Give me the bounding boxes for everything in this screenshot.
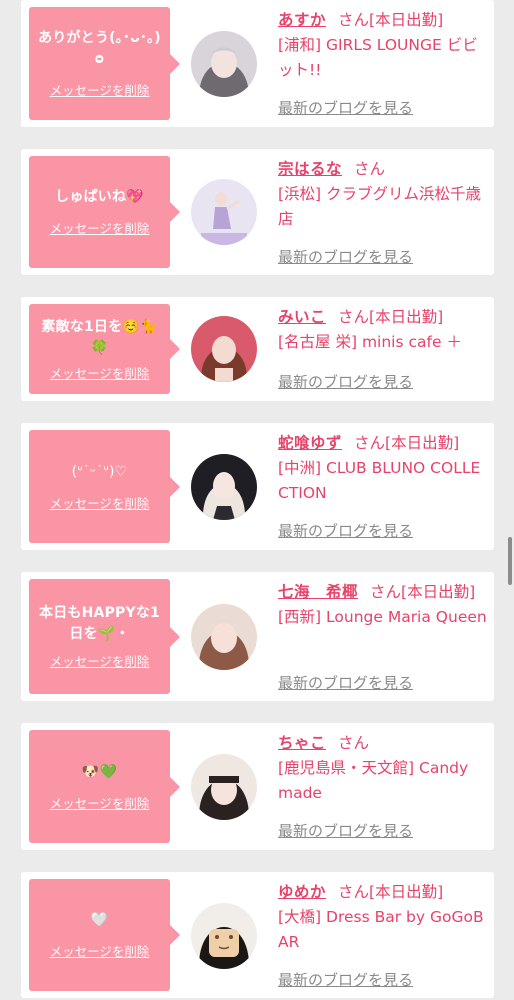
delete-message-link[interactable]: メッセージを削除: [50, 941, 150, 960]
shop-name: [浦和] GIRLS LOUNGE ビビット!!: [278, 36, 478, 79]
latest-blog-link[interactable]: 最新のブログを見る: [278, 672, 413, 693]
cast-info: 蛇喰ゆず さん[本日出勤] [中洲] CLUB BLUNO COLLECTION: [278, 430, 488, 506]
latest-blog-link[interactable]: 最新のブログを見る: [278, 97, 413, 118]
message-bubble: 🤍 メッセージを削除: [29, 879, 180, 991]
message-card: ありがとう(｡･ᴗ･｡)ᴑ メッセージを削除 あすか さん[本日出勤] [浦和] …: [21, 0, 494, 127]
cast-name-link[interactable]: ちゃこ: [278, 734, 326, 752]
delete-message-link[interactable]: メッセージを削除: [50, 493, 150, 512]
message-bubble: (ᐡ˙ᵕ˙ᐡ)♡ メッセージを削除: [29, 430, 180, 543]
message-text: ありがとう(｡･ᴗ･｡)ᴑ: [38, 30, 161, 67]
shop-name: [中洲] CLUB BLUNO COLLECTION: [278, 459, 481, 502]
message-text: 🤍: [90, 912, 109, 928]
message-card: しゅぱいね💖 メッセージを削除 宗はるな さん [浜松] クラブグリム浜松千歳店 …: [21, 149, 494, 275]
avatar[interactable]: [191, 454, 257, 520]
cast-info: みいこ さん[本日出勤] [名古屋 栄] minis cafe ＋: [278, 304, 488, 355]
avatar[interactable]: [191, 754, 257, 820]
honorific: さん: [370, 583, 402, 601]
cast-name-link[interactable]: 七海 希椰: [278, 583, 358, 601]
honorific: さん: [338, 308, 370, 326]
cast-name-link[interactable]: 蛇喰ゆず: [278, 434, 342, 452]
message-text: 本日もHAPPYな1日を🌱・: [39, 605, 160, 642]
message-card: (ᐡ˙ᵕ˙ᐡ)♡ メッセージを削除 蛇喰ゆず さん[本日出勤] [中洲] CLUB…: [21, 423, 494, 550]
latest-blog-link[interactable]: 最新のブログを見る: [278, 969, 413, 990]
shop-name: [鹿児島県・天文館] Candy made: [278, 759, 469, 802]
status-badge: [本日出勤]: [369, 883, 444, 901]
honorific: さん: [338, 11, 370, 29]
latest-blog-link[interactable]: 最新のブログを見る: [278, 246, 413, 267]
avatar[interactable]: [191, 316, 257, 382]
cast-name-link[interactable]: ゆめか: [278, 883, 326, 901]
status-badge: [本日出勤]: [369, 11, 444, 29]
delete-message-link[interactable]: メッセージを削除: [50, 363, 150, 382]
delete-message-link[interactable]: メッセージを削除: [50, 218, 150, 237]
shop-name: [名古屋 栄] minis cafe ＋: [278, 333, 462, 351]
message-text: しゅぱいね💖: [55, 189, 144, 205]
message-card: 本日もHAPPYな1日を🌱・ メッセージを削除 七海 希椰 さん[本日出勤] [西…: [21, 572, 494, 701]
avatar[interactable]: [191, 31, 257, 97]
cast-info: 七海 希椰 さん[本日出勤] [西新] Lounge Maria Queen: [278, 579, 488, 630]
scrollbar[interactable]: [508, 537, 512, 585]
shop-name: [大橋] Dress Bar by GoGoBAR: [278, 908, 484, 951]
delete-message-link[interactable]: メッセージを削除: [50, 80, 150, 99]
cast-name-link[interactable]: 宗はるな: [278, 160, 342, 178]
message-text: 素敵な1日を☺️🐈🍀: [41, 318, 158, 356]
shop-name: [浜松] クラブグリム浜松千歳店: [278, 185, 482, 228]
message-bubble: 本日もHAPPYな1日を🌱・ メッセージを削除: [29, 579, 180, 694]
message-card: 🐶💚 メッセージを削除 ちゃこ さん [鹿児島県・天文館] Candy made …: [21, 723, 494, 850]
cast-info: あすか さん[本日出勤] [浦和] GIRLS LOUNGE ビビット!!: [278, 7, 488, 83]
message-card: 素敵な1日を☺️🐈🍀 メッセージを削除 みいこ さん[本日出勤] [名古屋 栄] …: [21, 297, 494, 401]
honorific: さん: [338, 883, 370, 901]
message-bubble: 🐶💚 メッセージを削除: [29, 730, 180, 843]
cast-info: 宗はるな さん [浜松] クラブグリム浜松千歳店: [278, 156, 488, 232]
avatar[interactable]: [191, 604, 257, 670]
latest-blog-link[interactable]: 最新のブログを見る: [278, 520, 413, 541]
message-text: (ᐡ˙ᵕ˙ᐡ)♡: [71, 463, 128, 480]
honorific: さん: [338, 734, 370, 752]
shop-name: [西新] Lounge Maria Queen: [278, 608, 487, 626]
message-bubble: 素敵な1日を☺️🐈🍀 メッセージを削除: [29, 304, 180, 394]
latest-blog-link[interactable]: 最新のブログを見る: [278, 371, 413, 392]
delete-message-link[interactable]: メッセージを削除: [50, 651, 150, 670]
status-badge: [本日出勤]: [401, 583, 476, 601]
honorific: さん: [354, 434, 386, 452]
latest-blog-link[interactable]: 最新のブログを見る: [278, 820, 413, 841]
status-badge: [本日出勤]: [385, 434, 460, 452]
status-badge: [本日出勤]: [369, 308, 444, 326]
cast-info: ちゃこ さん [鹿児島県・天文館] Candy made: [278, 730, 488, 806]
cast-name-link[interactable]: あすか: [278, 11, 326, 29]
message-bubble: しゅぱいね💖 メッセージを削除: [29, 156, 180, 268]
message-bubble: ありがとう(｡･ᴗ･｡)ᴑ メッセージを削除: [29, 7, 180, 120]
honorific: さん: [354, 160, 386, 178]
message-text: 🐶💚: [81, 763, 118, 780]
avatar[interactable]: [191, 903, 257, 969]
avatar[interactable]: [191, 179, 257, 245]
delete-message-link[interactable]: メッセージを削除: [50, 793, 150, 812]
cast-name-link[interactable]: みいこ: [278, 308, 326, 326]
cast-info: ゆめか さん[本日出勤] [大橋] Dress Bar by GoGoBAR: [278, 879, 488, 955]
message-card: 🤍 メッセージを削除 ゆめか さん[本日出勤] [大橋] Dress Bar by…: [21, 872, 494, 998]
